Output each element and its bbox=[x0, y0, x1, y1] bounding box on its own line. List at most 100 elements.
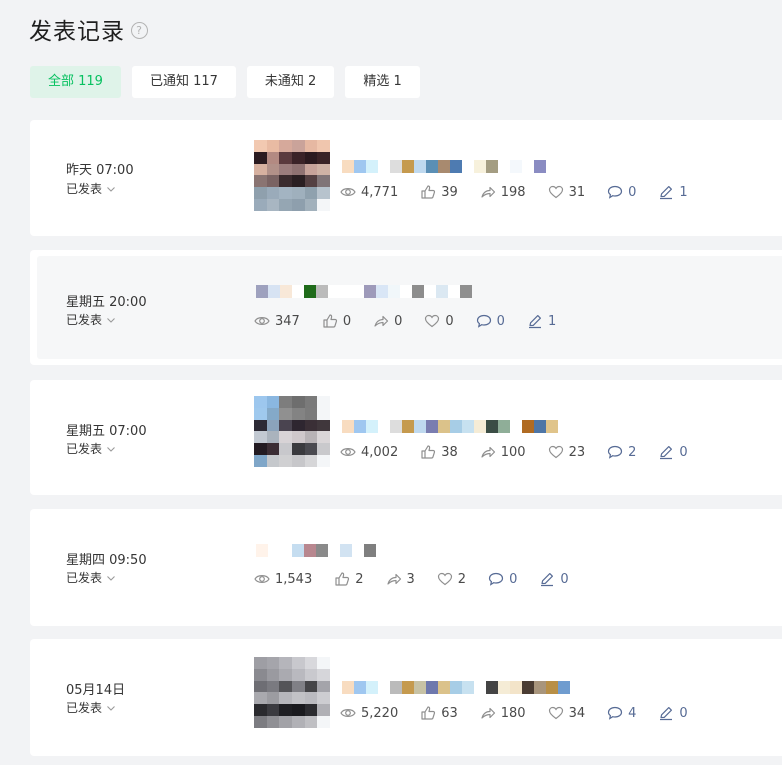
share-count: 100 bbox=[480, 444, 526, 460]
page-title: 发表记录 ? bbox=[29, 12, 148, 46]
status-dropdown[interactable]: 已发表 bbox=[66, 569, 116, 586]
comment-count[interactable]: 0 bbox=[607, 184, 636, 200]
comment-count-value: 0 bbox=[628, 184, 637, 200]
status-dropdown[interactable]: 已发表 bbox=[66, 699, 116, 716]
edit-count[interactable]: 0 bbox=[539, 571, 569, 587]
help-icon[interactable]: ? bbox=[131, 22, 148, 39]
heart-icon bbox=[548, 706, 563, 720]
record-card[interactable]: 昨天 07:00 已发表 4,771 39 198 31 0 1 bbox=[30, 120, 782, 236]
tab-not-notified[interactable]: 未通知 2 bbox=[246, 66, 335, 98]
tab-featured[interactable]: 精选 1 bbox=[345, 66, 420, 98]
article-stats: 5,220 63 180 34 4 0 bbox=[340, 705, 710, 721]
comment-count[interactable]: 0 bbox=[476, 313, 505, 329]
comment-count-value: 4 bbox=[628, 705, 637, 721]
comment-count-value: 2 bbox=[628, 444, 637, 460]
edit-count-value: 1 bbox=[679, 184, 688, 200]
favorite-count-value: 31 bbox=[568, 184, 586, 200]
view-count-value: 4,771 bbox=[361, 184, 399, 200]
publish-time: 05月14日 bbox=[66, 683, 126, 698]
share-count: 0 bbox=[373, 313, 402, 329]
heart-icon bbox=[437, 572, 452, 586]
share-count-value: 198 bbox=[500, 184, 526, 200]
article-thumbnail[interactable] bbox=[254, 140, 330, 211]
edit-count-value: 0 bbox=[679, 705, 688, 721]
record-card[interactable]: 星期四 09:50 已发表 1,543 2 3 2 0 0 bbox=[30, 509, 782, 626]
article-stats: 4,002 38 100 23 2 0 bbox=[340, 444, 710, 460]
tab-all[interactable]: 全部 119 bbox=[30, 66, 121, 98]
share-count: 180 bbox=[480, 705, 526, 721]
article-stats: 347 0 0 0 0 1 bbox=[254, 313, 578, 329]
share-icon bbox=[374, 315, 389, 327]
comment-icon bbox=[608, 445, 623, 459]
record-card[interactable]: 星期五 20:00 已发表 347 0 0 0 0 1 bbox=[30, 250, 782, 365]
publish-time: 昨天 07:00 bbox=[66, 163, 134, 178]
view-count: 4,002 bbox=[340, 444, 398, 460]
filter-tabs: 全部 119 已通知 117 未通知 2 精选 1 bbox=[30, 66, 420, 98]
comment-count[interactable]: 0 bbox=[488, 571, 517, 587]
like-count: 39 bbox=[420, 184, 458, 200]
eye-icon bbox=[254, 575, 270, 583]
favorite-count: 34 bbox=[548, 705, 585, 721]
like-count: 63 bbox=[420, 705, 458, 721]
article-title-redacted[interactable] bbox=[342, 420, 558, 433]
comment-count-value: 0 bbox=[509, 571, 518, 587]
article-title-redacted[interactable] bbox=[256, 544, 376, 557]
edit-pen-icon bbox=[541, 573, 554, 587]
comment-count[interactable]: 4 bbox=[607, 705, 636, 721]
view-count: 4,771 bbox=[340, 184, 398, 200]
edit-pen-icon bbox=[660, 446, 673, 460]
comment-icon bbox=[608, 185, 623, 199]
share-count: 198 bbox=[480, 184, 526, 200]
edit-count-value: 0 bbox=[560, 571, 569, 587]
record-card[interactable]: 05月14日 已发表 5,220 63 180 34 4 0 bbox=[30, 639, 782, 756]
article-title-redacted[interactable] bbox=[342, 160, 546, 173]
view-count-value: 4,002 bbox=[361, 444, 399, 460]
thumbs-up-icon bbox=[421, 445, 436, 459]
eye-icon bbox=[340, 188, 356, 196]
comment-count[interactable]: 2 bbox=[607, 444, 636, 460]
share-count-value: 180 bbox=[500, 705, 526, 721]
status-dropdown[interactable]: 已发表 bbox=[66, 180, 116, 197]
thumbs-up-icon bbox=[421, 706, 436, 720]
edit-count-value: 0 bbox=[679, 444, 688, 460]
article-thumbnail[interactable] bbox=[254, 657, 330, 728]
tab-notified[interactable]: 已通知 117 bbox=[131, 66, 236, 98]
edit-count[interactable]: 1 bbox=[658, 184, 688, 200]
heart-icon bbox=[425, 314, 440, 328]
article-thumbnail[interactable] bbox=[254, 396, 330, 467]
like-count: 2 bbox=[334, 571, 364, 587]
status-dropdown[interactable]: 已发表 bbox=[66, 440, 116, 457]
chevron-down-icon bbox=[107, 317, 115, 323]
record-card[interactable]: 星期五 07:00 已发表 4,002 38 100 23 2 0 bbox=[30, 380, 782, 495]
edit-count-value: 1 bbox=[547, 313, 557, 329]
article-stats: 1,543 2 3 2 0 0 bbox=[254, 571, 591, 587]
article-title-redacted[interactable] bbox=[256, 285, 472, 298]
favorite-count: 31 bbox=[548, 184, 586, 200]
share-icon bbox=[481, 446, 495, 458]
edit-count[interactable]: 1 bbox=[527, 313, 556, 329]
edit-pen-icon bbox=[660, 186, 673, 200]
view-count-value: 5,220 bbox=[361, 705, 399, 721]
status-label: 已发表 bbox=[66, 182, 103, 196]
edit-count[interactable]: 0 bbox=[658, 705, 688, 721]
eye-icon bbox=[340, 709, 356, 717]
favorite-count-value: 0 bbox=[445, 313, 454, 329]
comment-icon bbox=[488, 572, 504, 586]
eye-icon bbox=[340, 448, 356, 456]
thumbs-up-icon bbox=[421, 185, 436, 199]
status-dropdown[interactable]: 已发表 bbox=[66, 311, 116, 328]
edit-pen-icon bbox=[528, 315, 541, 329]
article-title-redacted[interactable] bbox=[342, 681, 570, 694]
comment-icon bbox=[476, 314, 491, 328]
like-count-value: 63 bbox=[441, 705, 458, 721]
thumbs-up-icon bbox=[323, 314, 337, 328]
favorite-count: 2 bbox=[437, 571, 466, 587]
share-count: 3 bbox=[386, 571, 415, 587]
share-icon bbox=[481, 707, 495, 719]
publish-time: 星期五 20:00 bbox=[66, 295, 147, 310]
publish-time: 星期五 07:00 bbox=[66, 424, 147, 439]
like-count: 0 bbox=[322, 313, 351, 329]
page-title-text: 发表记录 bbox=[29, 19, 125, 45]
chevron-down-icon bbox=[107, 575, 115, 581]
edit-count[interactable]: 0 bbox=[658, 444, 688, 460]
